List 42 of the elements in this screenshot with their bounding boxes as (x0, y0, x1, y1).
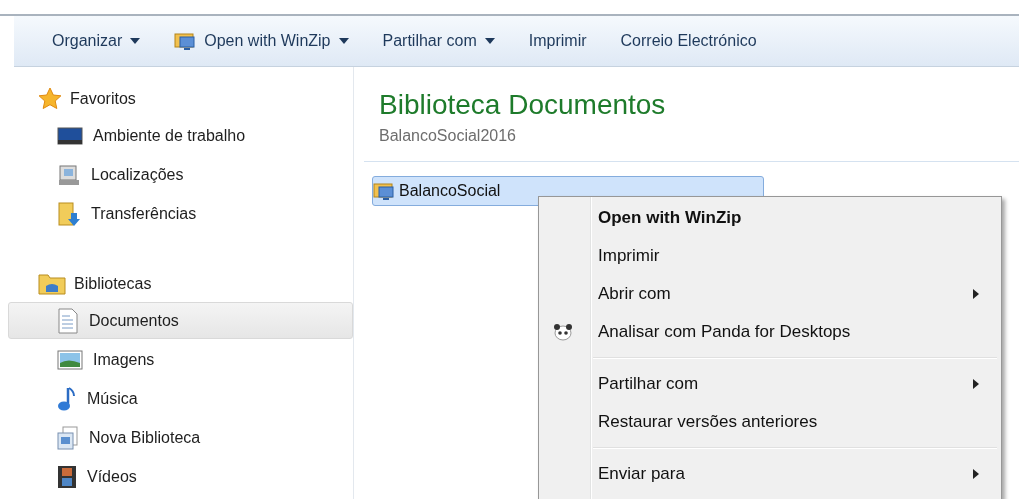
submenu-arrow-icon (973, 379, 979, 389)
film-icon (57, 464, 77, 489)
folder-computer-icon (174, 31, 197, 51)
toolbar-button[interactable]: Correio Electrónico (608, 23, 769, 59)
toolbar-button[interactable]: Organizar (40, 23, 153, 59)
sidebar-item[interactable]: Localizações (8, 156, 353, 193)
sidebar-item[interactable]: Documentos (8, 302, 353, 339)
toolbar-button[interactable]: Open with WinZip (162, 23, 361, 59)
folder-computer-icon (373, 181, 395, 201)
picture-icon (57, 349, 83, 370)
music-note-icon (57, 385, 77, 412)
sidebar-item[interactable]: Transferências (8, 195, 353, 232)
library-subtitle: BalancoSocial2016 (364, 127, 1019, 162)
sidebar-group-title[interactable]: Bibliotecas (74, 275, 152, 293)
toolbar-button[interactable]: Imprimir (516, 23, 599, 59)
sidebar-item[interactable]: Imagens (8, 341, 353, 378)
sidebar-group-title[interactable]: Favoritos (70, 90, 136, 108)
caret-icon (338, 38, 349, 44)
library-title: Biblioteca Documentos (378, 89, 667, 121)
star-icon (38, 87, 62, 111)
menu-item[interactable]: Imprimir (539, 237, 1001, 275)
submenu-arrow-icon (973, 289, 979, 299)
panda-icon (553, 323, 573, 341)
menu-item[interactable]: Analisar com Panda for Desktops (539, 313, 1001, 351)
sidebar-item[interactable]: Música (8, 380, 353, 417)
sidebar-item[interactable]: Ambiente de trabalho (8, 117, 353, 154)
download-folder-icon (57, 200, 81, 227)
menu-item[interactable]: Enviar para (539, 455, 1001, 493)
sidebar-item[interactable]: Nova Biblioteca (8, 419, 353, 456)
network-computer-icon (57, 163, 81, 186)
monitor-icon (57, 125, 83, 146)
library-icon (57, 425, 79, 450)
toolbar-button[interactable]: Partilhar com (370, 23, 507, 59)
menu-item[interactable]: Restaurar versões anteriores (539, 403, 1001, 441)
submenu-arrow-icon (973, 469, 979, 479)
menu-item[interactable]: Abrir com (539, 275, 1001, 313)
sidebar-item[interactable]: Vídeos (8, 458, 353, 495)
library-folder-icon (38, 272, 66, 296)
menu-item[interactable]: Partilhar com (539, 365, 1001, 403)
caret-icon (130, 38, 141, 44)
caret-icon (484, 38, 495, 44)
document-icon (57, 307, 79, 334)
